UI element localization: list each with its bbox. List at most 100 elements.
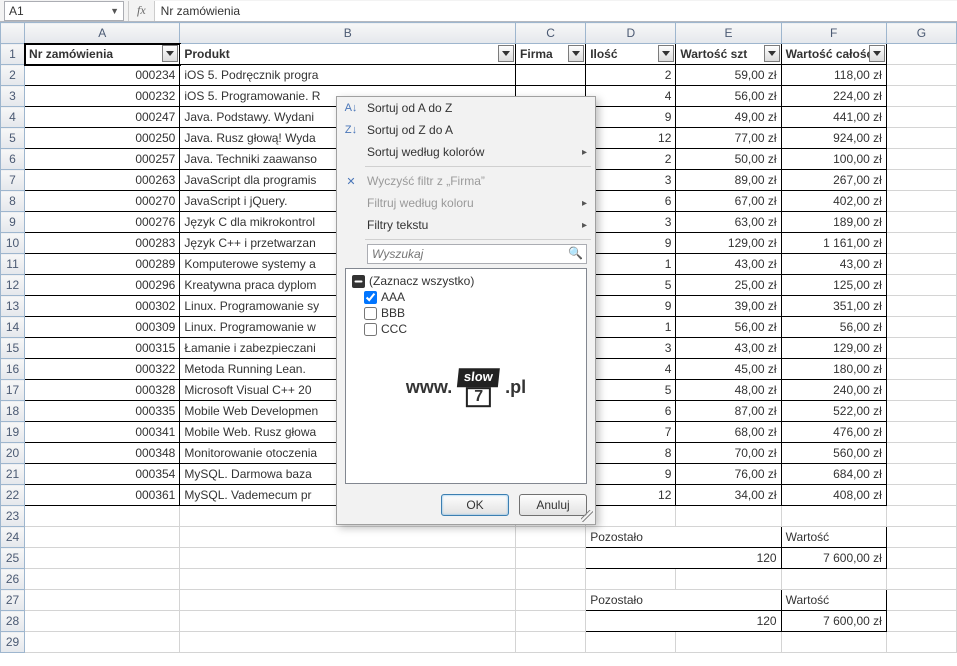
cell[interactable] [781,506,886,527]
cell[interactable] [886,464,956,485]
cell-nr[interactable]: 000289 [25,254,180,275]
cell-nr[interactable]: 000315 [25,338,180,359]
filter-value-item[interactable]: AAA [352,289,580,305]
cell[interactable] [25,527,180,548]
cell[interactable] [516,527,586,548]
cell[interactable] [886,44,956,65]
cell-wartosc-calosc[interactable]: 100,00 zł [781,149,886,170]
cell-wartosc-calosc[interactable]: 684,00 zł [781,464,886,485]
cell[interactable] [180,590,516,611]
cell-ilosc[interactable]: 1 [586,317,676,338]
select-all-checkbox[interactable] [352,275,365,288]
cell-ilosc[interactable]: 3 [586,338,676,359]
cell-wartosc-calosc[interactable]: 402,00 zł [781,191,886,212]
cell[interactable] [25,611,180,632]
cell[interactable] [25,548,180,569]
cell-ilosc[interactable]: 6 [586,401,676,422]
cell-wartosc-calosc[interactable]: 522,00 zł [781,401,886,422]
cell-wartosc-szt[interactable]: 68,00 zł [676,422,781,443]
row-header[interactable]: 13 [1,296,25,317]
cell-wartosc-calosc[interactable]: 476,00 zł [781,422,886,443]
cell[interactable] [886,296,956,317]
cell-wartosc-calosc[interactable]: 180,00 zł [781,359,886,380]
cell[interactable] [886,527,956,548]
cell-ilosc[interactable]: 3 [586,170,676,191]
cell[interactable] [781,632,886,653]
row-header[interactable]: 4 [1,107,25,128]
row-header[interactable]: 15 [1,338,25,359]
cell-ilosc[interactable]: 5 [586,275,676,296]
cell[interactable] [886,443,956,464]
col-header-F[interactable]: F [781,23,886,44]
cell-nr[interactable]: 000270 [25,191,180,212]
cell[interactable] [25,632,180,653]
cell-ilosc[interactable]: 9 [586,296,676,317]
filter-select-all[interactable]: (Zaznacz wszystko) [352,273,580,289]
name-box-dropdown-icon[interactable]: ▼ [110,6,119,16]
cell[interactable] [886,254,956,275]
filter-button-E[interactable] [764,45,780,62]
cell-wartosc-szt[interactable]: 49,00 zł [676,107,781,128]
cell[interactable] [886,170,956,191]
ok-button[interactable]: OK [441,494,509,516]
cell-nr[interactable]: 000263 [25,170,180,191]
row-header[interactable]: 7 [1,170,25,191]
summary2-remain-label[interactable]: Pozostało [586,590,781,611]
filter-checkbox[interactable] [364,307,377,320]
cell-wartosc-calosc[interactable]: 560,00 zł [781,443,886,464]
cell-nr[interactable]: 000354 [25,464,180,485]
cell[interactable] [886,212,956,233]
filter-button-C[interactable] [568,45,584,62]
cell[interactable] [25,569,180,590]
cell-firma[interactable] [516,65,586,86]
row-header[interactable]: 9 [1,212,25,233]
cell[interactable] [516,590,586,611]
row-header[interactable]: 26 [1,569,25,590]
cell-ilosc[interactable]: 4 [586,86,676,107]
summary-value-label[interactable]: Wartość [781,527,886,548]
cell-ilosc[interactable]: 5 [586,380,676,401]
resize-grip-icon[interactable] [581,510,593,522]
filter-checkbox[interactable] [364,323,377,336]
summary2-total-value[interactable]: 7 600,00 zł [781,611,886,632]
cell-wartosc-calosc[interactable]: 129,00 zł [781,338,886,359]
cell[interactable] [886,128,956,149]
cell-ilosc[interactable]: 12 [586,128,676,149]
cell[interactable] [886,233,956,254]
sort-descending[interactable]: Z↓ Sortuj od Z do A [337,119,595,141]
cell[interactable] [676,569,781,590]
row-header[interactable]: 1 [1,44,25,65]
cell[interactable] [180,569,516,590]
col-header-E[interactable]: E [676,23,781,44]
header-ilosc[interactable]: Ilość [586,44,676,65]
cell[interactable] [781,569,886,590]
cell[interactable] [516,611,586,632]
cell-wartosc-szt[interactable]: 43,00 zł [676,338,781,359]
cell[interactable] [886,548,956,569]
row-header[interactable]: 10 [1,233,25,254]
cell[interactable] [676,632,781,653]
row-header[interactable]: 19 [1,422,25,443]
cell[interactable] [886,359,956,380]
cell-nr[interactable]: 000250 [25,128,180,149]
row-header[interactable]: 14 [1,317,25,338]
cell-wartosc-calosc[interactable]: 189,00 zł [781,212,886,233]
col-header-C[interactable]: C [516,23,586,44]
cell[interactable] [586,632,676,653]
filter-button-A[interactable] [162,45,178,62]
header-nr-zamowienia[interactable]: Nr zamówienia [25,44,180,65]
cell-nr[interactable]: 000232 [25,86,180,107]
cell-nr[interactable]: 000309 [25,317,180,338]
filter-search-input[interactable] [367,244,587,264]
header-wartosc-szt[interactable]: Wartość szt [676,44,781,65]
cell[interactable] [180,632,516,653]
cell[interactable] [586,569,676,590]
filter-button-D[interactable] [658,45,674,62]
cell[interactable] [516,548,586,569]
cell-nr[interactable]: 000328 [25,380,180,401]
cell-wartosc-szt[interactable]: 59,00 zł [676,65,781,86]
cell[interactable] [886,65,956,86]
filter-value-item[interactable]: CCC [352,321,580,337]
cell[interactable] [676,506,781,527]
cell[interactable] [516,632,586,653]
